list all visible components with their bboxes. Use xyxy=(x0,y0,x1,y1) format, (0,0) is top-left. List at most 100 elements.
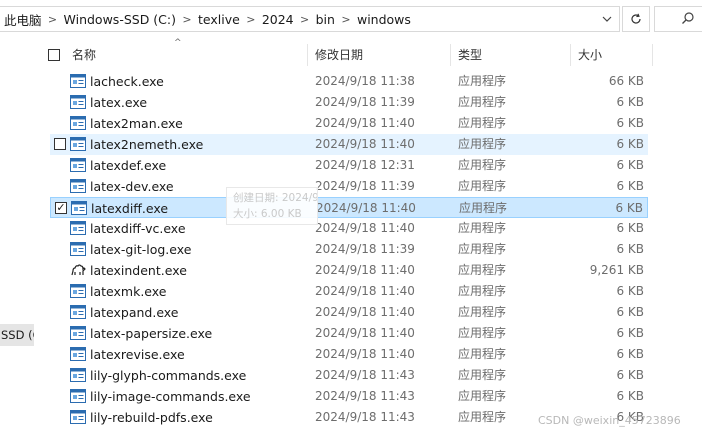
file-name[interactable]: latexindent.exe xyxy=(90,260,187,281)
column-header: ^ 名称 修改日期 类型 大小 xyxy=(40,38,660,70)
nav-item-drive[interactable]: SSD (C:) xyxy=(0,324,34,346)
file-date: 2024/9/18 12:31 xyxy=(315,158,415,172)
file-type: 应用程序 xyxy=(458,389,507,403)
file-size: 6 KB xyxy=(616,326,644,340)
file-date: 2024/9/18 11:38 xyxy=(315,74,415,88)
breadcrumb-2024[interactable]: 2024 xyxy=(258,12,298,27)
file-row[interactable]: latex-git-log.exe 2024/9/18 11:39 应用程序 6… xyxy=(50,239,648,260)
file-size: 6 KB xyxy=(616,221,644,235)
file-row[interactable]: latex.exe 2024/9/18 11:39 应用程序 6 KB xyxy=(50,92,648,113)
file-type: 应用程序 xyxy=(458,116,507,130)
file-name[interactable]: lacheck.exe xyxy=(90,71,164,92)
column-date[interactable]: 修改日期 xyxy=(315,40,363,70)
file-size: 6 KB xyxy=(616,95,644,109)
file-row[interactable]: latex2man.exe 2024/9/18 11:40 应用程序 6 KB xyxy=(50,113,648,134)
column-divider[interactable] xyxy=(307,44,308,66)
file-date: 2024/9/18 11:43 xyxy=(315,368,415,382)
column-name[interactable]: 名称 xyxy=(72,40,96,70)
file-row[interactable]: latexmk.exe 2024/9/18 11:40 应用程序 6 KB xyxy=(50,281,648,302)
file-size: 6 KB xyxy=(616,284,644,298)
file-date: 2024/9/18 11:40 xyxy=(315,263,415,277)
exe-window-icon xyxy=(70,95,86,109)
file-type: 应用程序 xyxy=(458,347,507,361)
file-row[interactable]: lily-glyph-commands.exe 2024/9/18 11:43 … xyxy=(50,365,648,386)
file-row[interactable]: latexrevise.exe 2024/9/18 11:40 应用程序 6 K… xyxy=(50,344,648,365)
column-size[interactable]: 大小 xyxy=(578,40,602,70)
file-name[interactable]: lily-rebuild-pdfs.exe xyxy=(90,407,213,428)
chevron-right-icon[interactable]: > xyxy=(244,13,258,26)
file-size: 6 KB xyxy=(616,305,644,319)
file-size: 6 KB xyxy=(616,347,644,361)
breadcrumb-texlive[interactable]: texlive xyxy=(194,12,244,27)
file-name[interactable]: latexdiff-vc.exe xyxy=(90,218,186,239)
tooltip-created-date: 创建日期: 2024/9/18 11:40 xyxy=(233,192,318,204)
exe-window-icon xyxy=(70,368,86,382)
file-name[interactable]: latexdiff.exe xyxy=(91,198,168,219)
watermark: CSDN @weixin_45723896 xyxy=(538,414,681,427)
file-row[interactable]: lacheck.exe 2024/9/18 11:38 应用程序 66 KB xyxy=(50,71,648,92)
file-row[interactable]: latexindent.exe 2024/9/18 11:40 应用程序 9,2… xyxy=(50,260,648,281)
chevron-right-icon[interactable]: > xyxy=(298,13,312,26)
file-row[interactable]: latexdiff-vc.exe 2024/9/18 11:40 应用程序 6 … xyxy=(50,218,648,239)
breadcrumb-windows[interactable]: windows xyxy=(353,12,415,27)
file-name[interactable]: latex2nemeth.exe xyxy=(90,134,203,155)
file-row[interactable]: latex-papersize.exe 2024/9/18 11:40 应用程序… xyxy=(50,323,648,344)
row-checkbox[interactable] xyxy=(54,138,66,150)
breadcrumb-this-pc[interactable]: 此电脑 xyxy=(0,10,46,29)
file-type: 应用程序 xyxy=(458,326,507,340)
file-row-hovered[interactable]: latex2nemeth.exe 2024/9/18 11:40 应用程序 6 … xyxy=(50,134,648,155)
chevron-right-icon[interactable]: > xyxy=(180,13,194,26)
navigation-pane[interactable]: SSD (C:) xyxy=(0,40,38,435)
breadcrumb-drive[interactable]: Windows-SSD (C:) xyxy=(60,12,180,27)
file-date: 2024/9/18 11:39 xyxy=(315,179,415,193)
exe-window-icon xyxy=(70,305,86,319)
tooltip-size: 大小: 6.00 KB xyxy=(233,208,302,220)
refresh-button[interactable] xyxy=(622,6,650,32)
file-row[interactable]: latex-dev.exe 2024/9/18 11:39 应用程序 6 KB xyxy=(50,176,648,197)
column-divider[interactable] xyxy=(570,44,571,66)
file-type: 应用程序 xyxy=(458,242,507,256)
exe-window-icon xyxy=(70,389,86,403)
file-name[interactable]: latexdef.exe xyxy=(90,155,166,176)
file-row[interactable]: latexpand.exe 2024/9/18 11:40 应用程序 6 KB xyxy=(50,302,648,323)
perl-camel-icon xyxy=(70,263,86,277)
file-name[interactable]: latexpand.exe xyxy=(90,302,179,323)
search-input[interactable] xyxy=(654,6,702,32)
exe-window-icon xyxy=(70,347,86,361)
file-date: 2024/9/18 11:40 xyxy=(315,326,415,340)
refresh-icon xyxy=(631,13,641,24)
file-name[interactable]: latex-papersize.exe xyxy=(90,323,212,344)
file-name[interactable]: latexmk.exe xyxy=(90,281,166,302)
file-name[interactable]: lily-image-commands.exe xyxy=(90,386,251,407)
address-dropdown-button[interactable] xyxy=(596,9,618,29)
file-row[interactable]: latexdef.exe 2024/9/18 12:31 应用程序 6 KB xyxy=(50,155,648,176)
file-type: 应用程序 xyxy=(458,95,507,109)
chevron-right-icon[interactable]: > xyxy=(46,13,60,26)
file-type: 应用程序 xyxy=(458,284,507,298)
exe-window-icon xyxy=(70,158,86,172)
file-name[interactable]: latexrevise.exe xyxy=(90,344,185,365)
file-type: 应用程序 xyxy=(458,137,507,151)
file-name[interactable]: latex.exe xyxy=(90,92,147,113)
file-size: 6 KB xyxy=(616,116,644,130)
file-date: 2024/9/18 11:40 xyxy=(315,137,415,151)
column-divider[interactable] xyxy=(652,44,653,66)
address-bar[interactable]: 此电脑 > Windows-SSD (C:) > texlive > 2024 … xyxy=(0,6,620,32)
row-checkbox-checked[interactable]: ✓ xyxy=(55,202,67,214)
exe-window-icon xyxy=(70,284,86,298)
select-all-checkbox[interactable] xyxy=(48,49,60,61)
chevron-right-icon[interactable]: > xyxy=(339,13,353,26)
file-row-selected[interactable]: ✓ latexdiff.exe 2024/9/18 11:40 应用程序 6 K… xyxy=(50,197,648,218)
file-name[interactable]: latex-dev.exe xyxy=(90,176,174,197)
file-type: 应用程序 xyxy=(458,158,507,172)
file-name[interactable]: latex2man.exe xyxy=(90,113,183,134)
file-row[interactable]: lily-image-commands.exe 2024/9/18 11:43 … xyxy=(50,386,648,407)
exe-window-icon xyxy=(70,137,86,151)
file-name[interactable]: lily-glyph-commands.exe xyxy=(90,365,246,386)
file-name[interactable]: latex-git-log.exe xyxy=(90,239,191,260)
column-divider[interactable] xyxy=(450,44,451,66)
file-date: 2024/9/18 11:40 xyxy=(315,116,415,130)
file-date: 2024/9/18 11:40 xyxy=(315,347,415,361)
column-type[interactable]: 类型 xyxy=(458,40,482,70)
breadcrumb-bin[interactable]: bin xyxy=(312,12,339,27)
